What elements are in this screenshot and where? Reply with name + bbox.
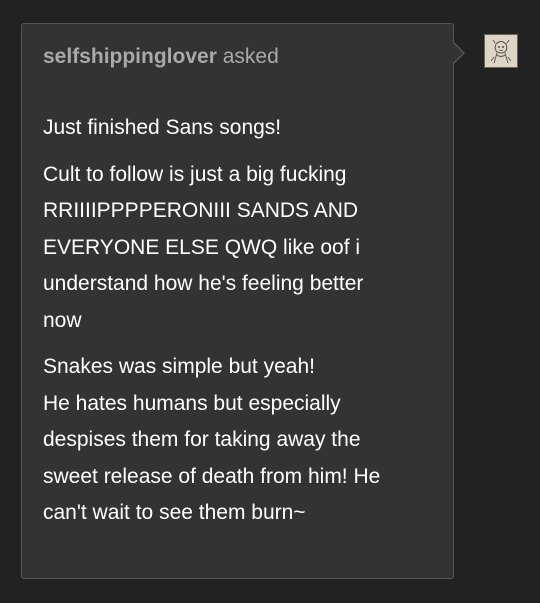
ask-text-line: EVERYONE ELSE QWQ like oof i [43, 235, 361, 259]
ask-text-line: now [43, 308, 82, 332]
avatar-sketch [485, 35, 517, 67]
ask-paragraph: Snakes was simple but yeah! He hates hum… [43, 349, 441, 532]
bubble-pointer-fill [453, 43, 463, 63]
ask-paragraph: Just finished Sans songs! [43, 110, 441, 147]
ask-paragraph: Cult to follow is just a big fucking RRI… [43, 157, 441, 340]
ask-text-line: Cult to follow is just a big fucking [43, 162, 347, 186]
ask-text-line: RRIIIIPPPPERONIII SANDS AND [43, 199, 359, 222]
asker-line: selfshippinglover asked [43, 44, 279, 70]
ask-text-line: understand how he's feeling better [43, 272, 364, 295]
ask-text-line: sweet release of death from him! He [43, 464, 381, 488]
ask-body: Just finished Sans songs! Cult to follow… [43, 110, 441, 542]
sketch-character-avatar-icon[interactable] [484, 34, 518, 68]
ask-card: selfshippinglover asked Just finished Sa… [21, 23, 454, 579]
asker-name-link[interactable]: selfshippinglover [43, 45, 217, 68]
ask-text-line: can't wait to see them burn~ [43, 501, 306, 524]
asked-label: asked [222, 45, 279, 68]
ask-text-line: Snakes was simple but yeah! [43, 355, 315, 378]
ask-text-line: Just finished Sans songs! [43, 116, 282, 139]
ask-text-line: He hates humans but especially [43, 391, 341, 415]
ask-text-line: despises them for taking away the [43, 428, 361, 451]
